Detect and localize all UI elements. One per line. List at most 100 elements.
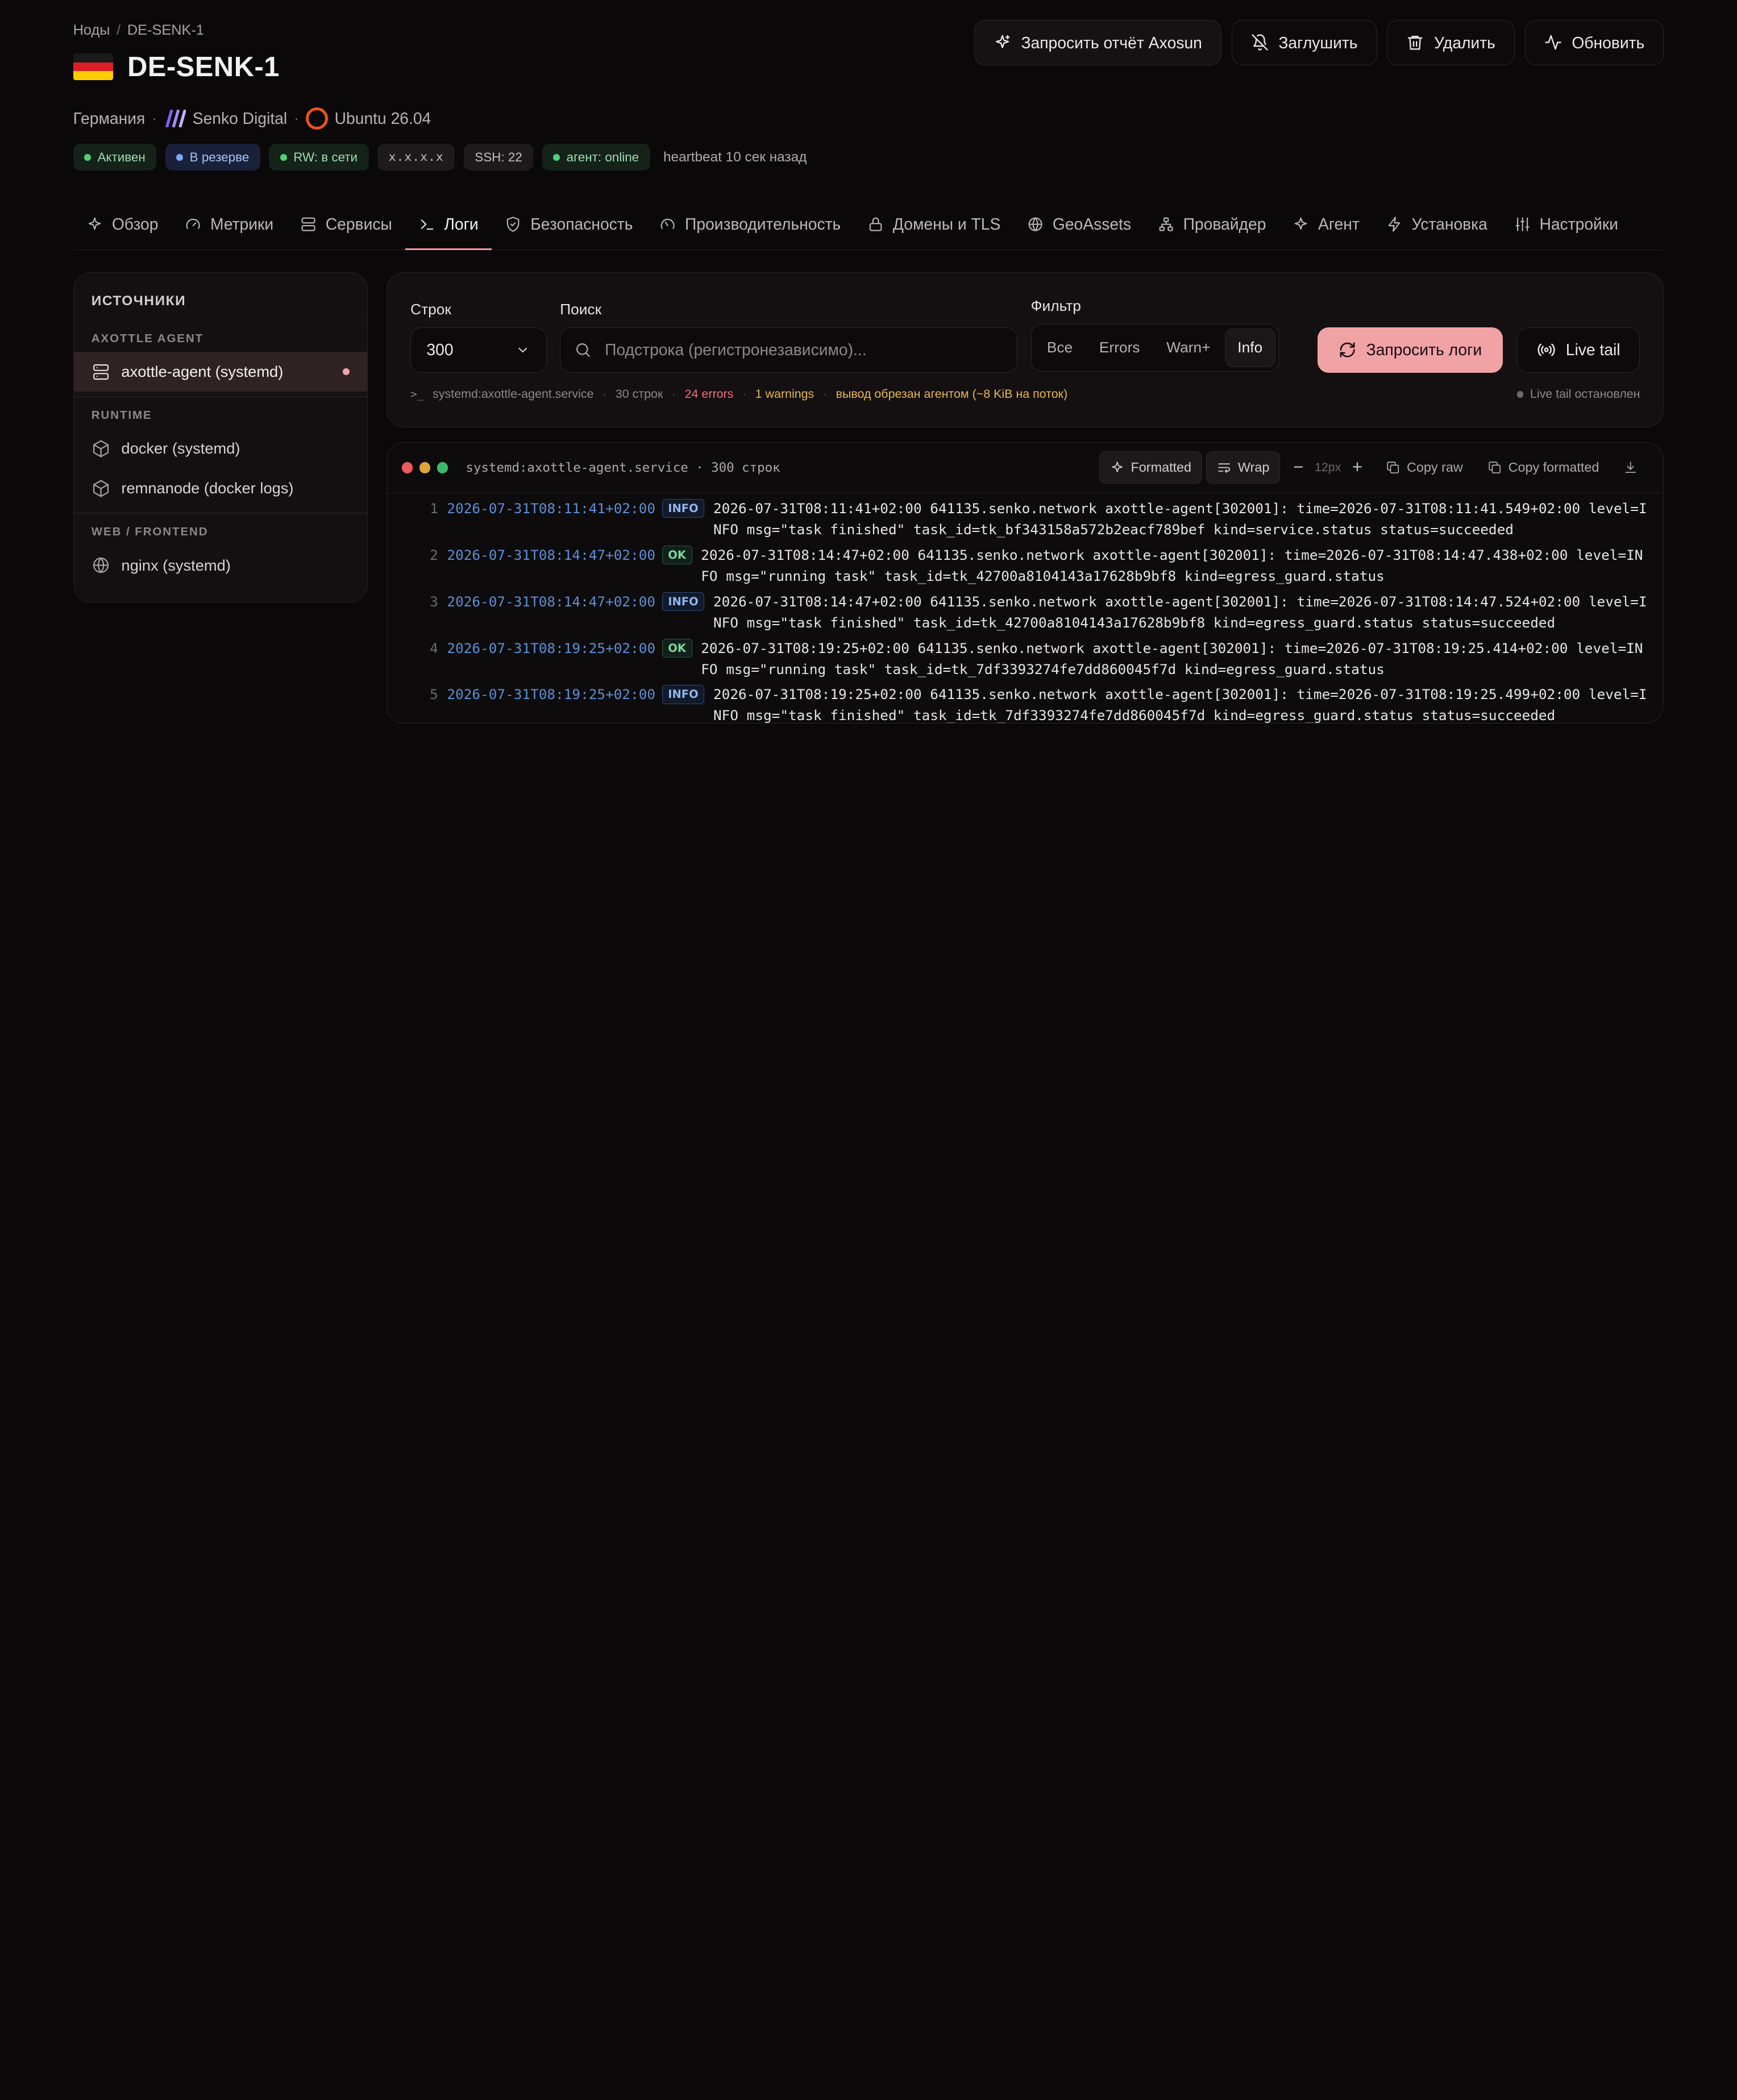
log-timestamp: 2026-07-31T08:19:25+02:00: [447, 686, 656, 703]
status-dot-icon: [176, 153, 183, 161]
decrease-font-button[interactable]: −: [1293, 457, 1303, 477]
tab-label: Логи: [444, 215, 479, 234]
node-provider: Senko Digital: [192, 109, 288, 128]
log-timestamp: 2026-07-31T08:11:41+02:00: [447, 500, 656, 517]
log-viewer-title: systemd:axottle-agent.service · 300 стро…: [466, 460, 780, 475]
close-dot-icon: [401, 462, 413, 473]
delete-button[interactable]: Удалить: [1387, 20, 1515, 65]
increase-font-button[interactable]: +: [1352, 457, 1362, 477]
tab-agent[interactable]: Агент: [1279, 199, 1373, 249]
provider-logo-icon: [165, 109, 186, 128]
source-group-runtime: RUNTIME: [91, 408, 152, 422]
tab-metrics[interactable]: Метрики: [172, 199, 287, 249]
tab-logs[interactable]: Логи: [405, 199, 492, 251]
log-viewer-tools: Formatted Wrap − 12px + Copy raw Copy fo…: [1099, 451, 1648, 484]
node-os: Ubuntu 26.04: [334, 109, 431, 128]
download-button[interactable]: [1614, 451, 1648, 484]
status-dot-icon: [553, 153, 560, 161]
tab-label: Безопасность: [530, 215, 633, 234]
header-actions: Запросить отчёт Axosun Заглушить Удалить…: [974, 20, 1664, 65]
copy-icon: [1387, 461, 1399, 473]
wrap-toggle[interactable]: Wrap: [1206, 451, 1280, 484]
button-label: Запросить отчёт Axosun: [1021, 33, 1202, 52]
source-item-docker[interactable]: docker (systemd): [74, 429, 367, 468]
live-tail-button[interactable]: Live tail: [1517, 327, 1640, 373]
log-line: 3 2026-07-31T08:14:47+02:00 INFO 2026-07…: [387, 591, 1663, 638]
status-separator: ·: [822, 387, 827, 401]
live-tail-status-label: Live tail остановлен: [1530, 387, 1640, 401]
ip-badge[interactable]: x.x.x.x: [377, 144, 455, 171]
log-level-badge: INFO: [662, 592, 705, 611]
source-item-nginx[interactable]: nginx (systemd): [74, 545, 367, 585]
activity-icon: [1545, 35, 1561, 50]
log-level-badge: OK: [662, 638, 692, 658]
tab-overview[interactable]: Обзор: [73, 199, 172, 249]
tab-label: Сервисы: [325, 215, 392, 234]
network-icon: [1159, 217, 1173, 231]
tab-label: Установка: [1411, 215, 1487, 234]
ssh-badge: SSH: 22: [463, 144, 534, 171]
search-field[interactable]: [560, 327, 1018, 373]
button-label: Заглушить: [1278, 33, 1358, 52]
button-label: Copy formatted: [1508, 459, 1599, 475]
badge-label: Активен: [97, 149, 146, 164]
status-badge-agent: агент: online: [542, 144, 650, 171]
status-separator: ·: [742, 387, 747, 401]
tab-services[interactable]: Сервисы: [287, 199, 406, 249]
status-badge-active: Активен: [73, 144, 157, 171]
rows-select[interactable]: 300: [410, 327, 547, 373]
copy-raw-button[interactable]: Copy raw: [1376, 451, 1473, 484]
search-input[interactable]: [605, 340, 1004, 360]
meta-separator: ·: [151, 109, 157, 128]
tab-install[interactable]: Установка: [1373, 199, 1501, 249]
rows-value: 300: [426, 340, 454, 359]
filter-all[interactable]: Все: [1034, 328, 1084, 367]
tab-performance[interactable]: Производительность: [646, 199, 854, 249]
tab-settings[interactable]: Настройки: [1501, 199, 1631, 249]
request-report-button[interactable]: Запросить отчёт Axosun: [974, 20, 1221, 65]
status-dot-icon: [1516, 390, 1524, 398]
breadcrumb-parent[interactable]: Ноды: [73, 22, 110, 39]
fetch-logs-button[interactable]: Запросить логи: [1318, 327, 1503, 373]
line-number: 3: [430, 593, 438, 610]
formatted-toggle[interactable]: Formatted: [1099, 451, 1202, 484]
source-item-label: nginx (systemd): [121, 556, 231, 574]
button-label: Copy raw: [1407, 459, 1463, 475]
search-icon: [576, 343, 590, 357]
tab-security[interactable]: Безопасность: [492, 199, 646, 249]
tab-domains[interactable]: Домены и TLS: [854, 199, 1014, 249]
log-timestamp: 2026-07-31T08:19:25+02:00: [447, 639, 656, 656]
search-label: Поиск: [560, 301, 602, 318]
source-item-axottle-agent[interactable]: axottle-agent (systemd): [73, 352, 368, 392]
speedometer-icon: [660, 219, 675, 230]
badge-label: В резерве: [189, 149, 250, 164]
sliders-icon: [1515, 217, 1530, 231]
refresh-button[interactable]: Обновить: [1524, 20, 1664, 65]
tab-provider[interactable]: Провайдер: [1144, 199, 1279, 249]
shield-check-icon: [507, 217, 520, 232]
level-filter: Все Errors Warn+ Info: [1030, 324, 1279, 372]
globe-icon: [93, 557, 109, 573]
tab-geoassets[interactable]: GeoAssets: [1014, 199, 1145, 249]
source-item-remnanode[interactable]: remnanode (docker logs): [74, 468, 367, 508]
filter-info[interactable]: Info: [1224, 328, 1275, 368]
toggle-label: Wrap: [1237, 459, 1270, 475]
log-message: 2026-07-31T08:11:41+02:00 641135.senko.n…: [713, 500, 1647, 538]
copy-formatted-button[interactable]: Copy formatted: [1477, 451, 1609, 484]
source-item-label: axottle-agent (systemd): [121, 363, 284, 381]
source-group-agent: AXOTTLE AGENT: [91, 331, 204, 345]
filter-warn[interactable]: Warn+: [1154, 328, 1223, 367]
trash-icon: [1408, 36, 1423, 50]
tab-label: Домены и TLS: [892, 215, 1001, 234]
log-message: 2026-07-31T08:14:47+02:00 641135.senko.n…: [713, 593, 1647, 631]
status-errors: 24 errors: [684, 387, 734, 401]
lock-icon: [869, 217, 882, 231]
toggle-label: Formatted: [1131, 459, 1192, 475]
log-message: 2026-07-31T08:14:47+02:00 641135.senko.n…: [701, 546, 1643, 584]
mute-button[interactable]: Заглушить: [1231, 20, 1377, 65]
filter-errors[interactable]: Errors: [1087, 328, 1152, 367]
tab-label: Метрики: [210, 215, 274, 234]
sparkles-icon: [995, 35, 1010, 49]
log-level-badge: INFO: [662, 685, 705, 704]
source-group-web: WEB / FRONTEND: [91, 525, 209, 538]
